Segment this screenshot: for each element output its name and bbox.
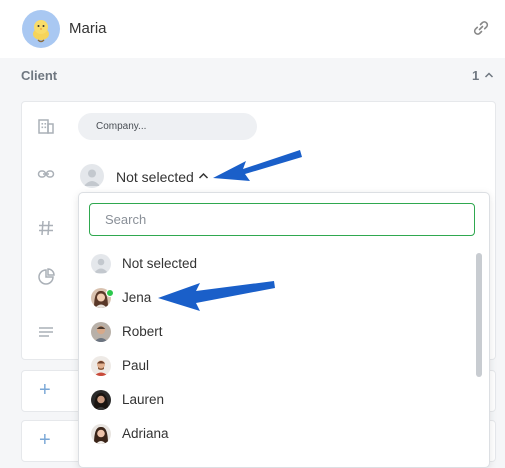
option-label: Robert xyxy=(122,324,163,339)
plus-icon[interactable]: + xyxy=(39,430,51,450)
default-user-icon xyxy=(84,169,100,186)
search-input[interactable] xyxy=(89,203,475,236)
pie-chart-icon xyxy=(38,268,55,285)
option-adriana[interactable]: Adriana xyxy=(79,418,474,452)
user-avatar xyxy=(91,390,111,410)
option-paul[interactable]: Paul xyxy=(79,350,474,384)
plus-icon[interactable]: + xyxy=(39,380,51,400)
option-label: Paul xyxy=(122,358,150,373)
option-label: Jena xyxy=(122,290,152,305)
text-lines-icon xyxy=(39,327,53,337)
selected-user-avatar xyxy=(80,164,104,188)
dropdown-scrollbar[interactable] xyxy=(476,253,482,377)
section-title: Client xyxy=(21,68,58,83)
annotation-arrow-icon xyxy=(213,150,302,181)
user-dropdown: Not selected Jena Robert Paul Lauren Adr… xyxy=(78,192,490,468)
link-field-icon xyxy=(37,170,55,178)
user-avatar xyxy=(91,356,111,376)
default-user-icon xyxy=(91,254,111,274)
company-placeholder: Company... xyxy=(96,121,147,132)
username: Maria xyxy=(69,20,107,37)
user-avatar[interactable] xyxy=(22,10,60,48)
user-select-value[interactable]: Not selected xyxy=(116,169,194,185)
chevron-up-icon[interactable] xyxy=(484,69,494,81)
option-label: Not selected xyxy=(122,256,198,271)
chick-avatar-icon xyxy=(33,20,49,43)
online-status-dot xyxy=(106,289,114,297)
building-icon xyxy=(38,119,54,134)
user-header: Maria xyxy=(0,0,505,58)
hash-icon xyxy=(39,220,53,236)
option-lauren[interactable]: Lauren xyxy=(79,384,474,418)
option-robert[interactable]: Robert xyxy=(79,316,474,350)
option-label: Lauren xyxy=(122,392,165,407)
annotation-arrow-icon xyxy=(158,281,275,311)
user-avatar xyxy=(91,322,111,342)
option-label: Adriana xyxy=(122,426,169,441)
section-count: 1 xyxy=(472,68,480,83)
link-icon[interactable] xyxy=(471,18,491,38)
user-avatar xyxy=(91,424,111,444)
